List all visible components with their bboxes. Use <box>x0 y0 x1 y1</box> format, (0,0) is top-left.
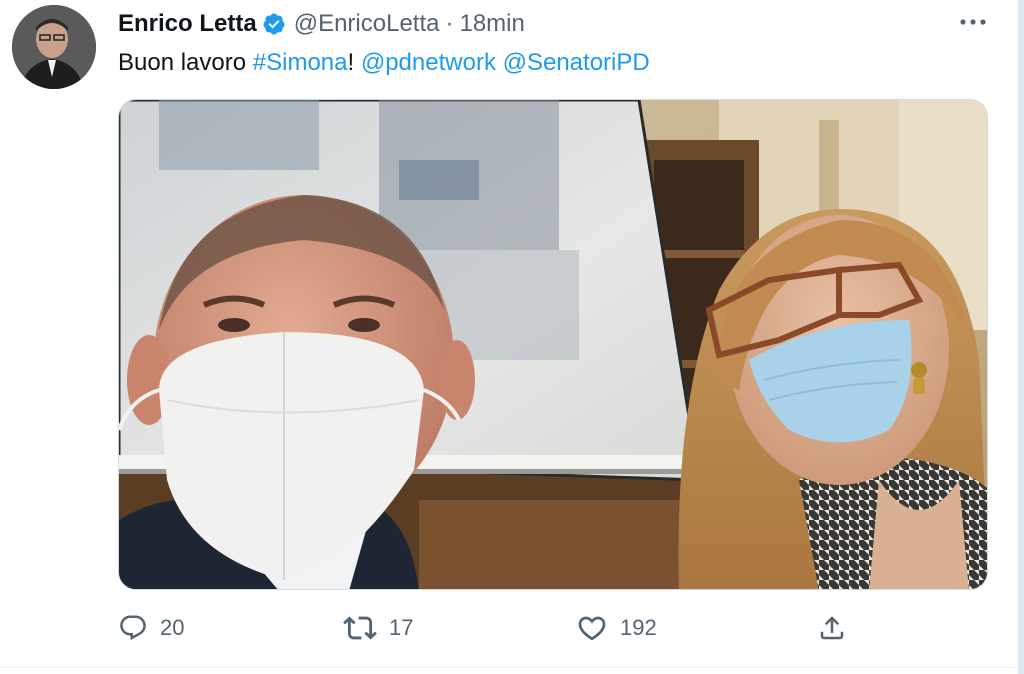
retweet-icon <box>343 616 377 640</box>
tweet[interactable]: Enrico Letta @EnricoLetta · 18min Buon l… <box>0 0 1024 674</box>
author-handle[interactable]: @EnricoLetta <box>294 10 440 38</box>
tweet-divider <box>0 667 1018 668</box>
reply-button[interactable]: 20 <box>118 608 184 648</box>
tweet-photo[interactable] <box>118 99 988 590</box>
verified-badge-icon <box>263 13 285 35</box>
avatar-portrait <box>12 5 96 89</box>
text-after-hashtag: ! <box>347 49 361 76</box>
mention-senatoripd[interactable]: @SenatoriPD <box>503 49 650 76</box>
tweet-header: Enrico Letta @EnricoLetta · 18min <box>118 9 525 39</box>
reply-icon <box>120 615 146 641</box>
mention-pdnetwork[interactable]: @pdnetwork <box>361 49 496 76</box>
share-button[interactable] <box>817 608 847 648</box>
selfie-photo <box>119 100 987 589</box>
author-name[interactable]: Enrico Letta <box>118 10 257 38</box>
text-space <box>496 49 503 76</box>
right-scroll-edge <box>1018 0 1024 674</box>
tweet-actions: 20 17 192 <box>0 608 1018 648</box>
more-horizontal-icon <box>960 19 986 25</box>
separator-dot: · <box>445 10 454 37</box>
text-prefix: Buon lavoro <box>118 49 253 76</box>
retweet-count: 17 <box>389 615 414 640</box>
share-icon <box>820 616 844 640</box>
heart-icon <box>578 616 606 641</box>
reply-count: 20 <box>160 615 185 640</box>
tweet-text: Buon lavoro #Simona! @pdnetwork @Senator… <box>118 48 650 78</box>
hashtag-simona[interactable]: #Simona <box>253 49 348 76</box>
avatar[interactable] <box>12 5 96 89</box>
retweet-button[interactable]: 17 <box>343 608 413 648</box>
more-options-button[interactable] <box>956 8 990 36</box>
like-button[interactable]: 192 <box>576 608 657 648</box>
like-count: 192 <box>620 615 657 640</box>
timestamp[interactable]: 18min <box>459 10 524 38</box>
